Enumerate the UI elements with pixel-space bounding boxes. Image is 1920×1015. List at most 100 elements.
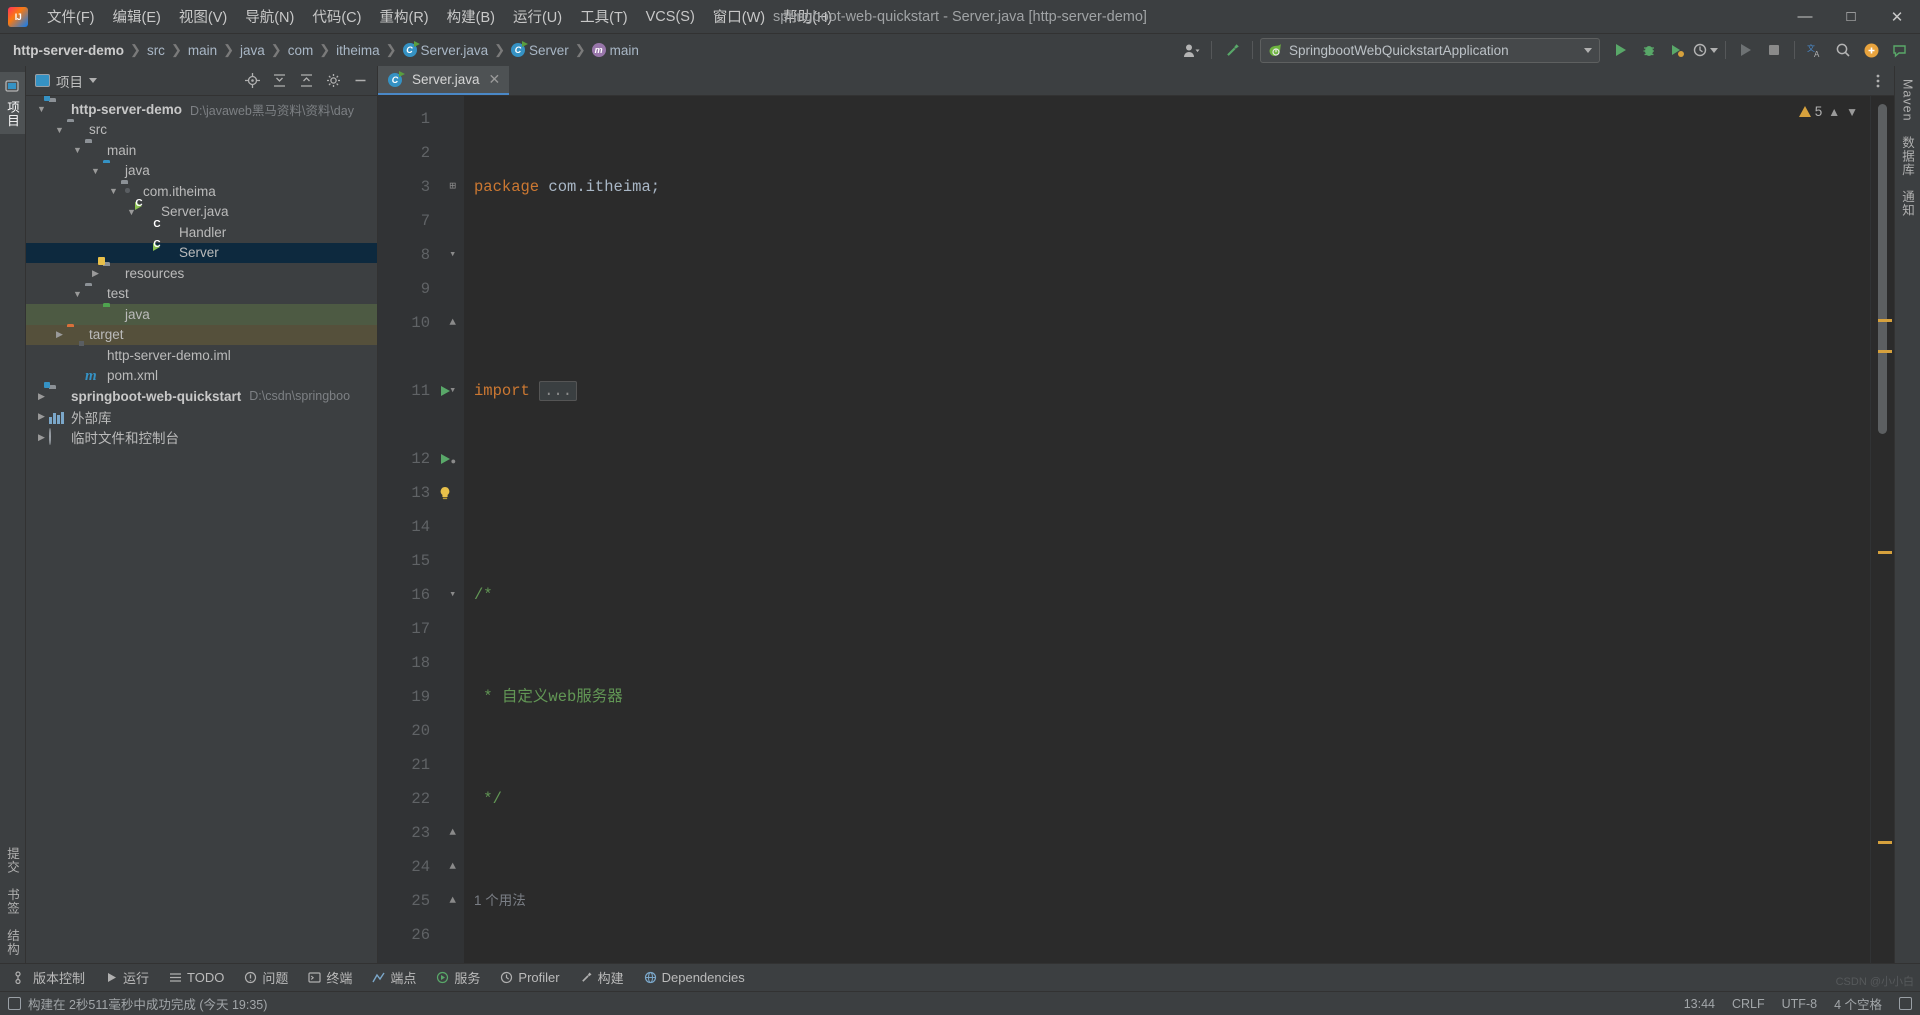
maximize-button[interactable]: □: [1828, 0, 1874, 34]
sidebar-item-commit[interactable]: 提交: [0, 840, 25, 881]
status-indent[interactable]: 4 个空格: [1834, 994, 1882, 1013]
close-icon[interactable]: ✕: [489, 71, 501, 88]
menu-item-window[interactable]: 窗口(W): [704, 2, 774, 31]
chevron-right-icon[interactable]: ▶: [34, 409, 49, 424]
breadcrumb-item-itheima[interactable]: itheima: [332, 42, 384, 59]
warning-count[interactable]: 5: [1798, 104, 1822, 119]
chevron-right-icon[interactable]: ▶: [52, 327, 67, 342]
feedback-icon[interactable]: [1886, 37, 1912, 63]
fold-end-icon[interactable]: ▲: [445, 318, 456, 329]
chevron-up-icon[interactable]: ▲: [1828, 105, 1840, 119]
collapse-all-icon[interactable]: [267, 69, 291, 93]
sidebar-item-notifications[interactable]: 通知: [1895, 183, 1920, 224]
lock-icon[interactable]: [1899, 997, 1912, 1010]
tree-item-springboot-web-quickstart[interactable]: ▶ springboot-web-quickstart D:\csdn\spri…: [26, 382, 377, 407]
run-with-coverage-button[interactable]: [1664, 37, 1690, 63]
menu-item-vcs[interactable]: VCS(S): [637, 5, 704, 29]
bottom-item-run[interactable]: 运行: [96, 965, 158, 990]
bottom-item-problems[interactable]: 问题: [235, 965, 297, 990]
close-button[interactable]: ✕: [1874, 0, 1920, 34]
fold-end-icon[interactable]: ▲: [445, 862, 456, 873]
warning-marker[interactable]: [1878, 350, 1892, 353]
sidebar-item-bookmarks[interactable]: 书签: [0, 881, 25, 922]
search-icon[interactable]: [1830, 37, 1856, 63]
bottom-item-terminal[interactable]: 终端: [299, 965, 361, 990]
bottom-item-profiler[interactable]: Profiler: [491, 967, 568, 988]
debug-button[interactable]: [1636, 37, 1662, 63]
chevron-right-icon[interactable]: ▶: [34, 389, 49, 404]
tree-item-main[interactable]: ▼ main: [26, 140, 377, 161]
menu-item-refactor[interactable]: 重构(R): [370, 2, 437, 31]
tree-item-src[interactable]: ▼ src: [26, 120, 377, 141]
tree-item-external-libraries[interactable]: ▶ 外部库: [26, 407, 377, 428]
breadcrumb-item-java[interactable]: java: [236, 42, 269, 59]
tree-item-java-main[interactable]: ▼ java: [26, 161, 377, 182]
breadcrumb-item-src[interactable]: src: [143, 42, 169, 59]
chevron-down-icon[interactable]: ▼: [88, 163, 103, 178]
expand-all-icon[interactable]: [294, 69, 318, 93]
menu-item-navigate[interactable]: 导航(N): [236, 2, 303, 31]
sidebar-item-database[interactable]: 数据库: [1895, 129, 1920, 184]
menu-item-build[interactable]: 构建(B): [438, 2, 504, 31]
profiler-button[interactable]: [1692, 37, 1718, 63]
breadcrumb-item-main[interactable]: main: [184, 42, 221, 59]
status-time[interactable]: 13:44: [1684, 997, 1715, 1011]
code-content[interactable]: package com.itheima; import ... /* * 自定义…: [464, 96, 1870, 963]
chevron-down-icon[interactable]: ▼: [70, 143, 85, 158]
code-inlay-hint[interactable]: 1 个用法: [464, 884, 1870, 918]
rerun-button[interactable]: [1733, 37, 1759, 63]
editor-tabs-options[interactable]: [1870, 66, 1894, 95]
status-line-separator[interactable]: CRLF: [1732, 997, 1765, 1011]
project-tree[interactable]: ▼ http-server-demo D:\javaweb黑马资料\资料\day…: [26, 96, 377, 963]
status-encoding[interactable]: UTF-8: [1782, 997, 1817, 1011]
gear-icon[interactable]: [321, 69, 345, 93]
sidebar-item-project[interactable]: 项目: [0, 72, 25, 135]
bottom-item-dependencies[interactable]: Dependencies: [635, 967, 754, 988]
bottom-item-build[interactable]: 构建: [571, 965, 633, 990]
warning-marker[interactable]: [1878, 551, 1892, 554]
menu-item-tools[interactable]: 工具(T): [571, 2, 637, 31]
fold-collapse-icon[interactable]: ▾: [445, 250, 456, 261]
chevron-right-icon[interactable]: ▶: [88, 266, 103, 281]
minimize-button[interactable]: —: [1782, 0, 1828, 34]
tree-item-server[interactable]: Server: [26, 242, 377, 263]
tree-item-resources[interactable]: ▶ resources: [26, 257, 377, 284]
tree-item-server-java[interactable]: ▼ Server.java: [26, 202, 377, 223]
fold-expand-icon[interactable]: ⊞: [445, 182, 456, 193]
menu-item-edit[interactable]: 编辑(E): [104, 2, 170, 31]
run-button[interactable]: [1608, 37, 1634, 63]
run-configuration-selector[interactable]: SpringbootWebQuickstartApplication: [1260, 37, 1600, 63]
chevron-down-icon[interactable]: ▼: [52, 122, 67, 137]
tab-server-java[interactable]: Server.java ✕: [378, 66, 510, 95]
tree-item-java-test[interactable]: java: [26, 304, 377, 325]
stop-button[interactable]: [1761, 37, 1787, 63]
menu-item-run[interactable]: 运行(U): [504, 2, 571, 31]
editor-marker-gutter[interactable]: [1870, 96, 1894, 963]
menu-item-help[interactable]: 帮助(H): [774, 2, 841, 31]
editor-gutter[interactable]: 1 2 3 ⊞ 7 8 ▾ 9 10 ▲ 11 ▾ 12 ● 13 14 15 …: [378, 96, 464, 963]
chevron-down-icon[interactable]: ▼: [70, 286, 85, 301]
menu-item-code[interactable]: 代码(C): [303, 2, 370, 31]
fold-collapse-icon[interactable]: ▾: [445, 590, 456, 601]
editor-scrollbar[interactable]: [1878, 104, 1887, 434]
tree-item-iml-file[interactable]: http-server-demo.iml: [26, 345, 377, 366]
fold-end-icon[interactable]: ▲: [445, 828, 456, 839]
status-message-group[interactable]: 构建在 2秒511毫秒中成功完成 (今天 19:35): [8, 994, 267, 1013]
warning-marker[interactable]: [1878, 319, 1892, 322]
chevron-down-icon[interactable]: ▼: [1846, 105, 1858, 119]
code-editor[interactable]: 5 ▲ ▼ 1 2 3 ⊞ 7 8 ▾ 9 10 ▲ 11 ▾ 12 ● 13 …: [378, 96, 1894, 963]
hide-icon[interactable]: [348, 69, 372, 93]
breadcrumb-item-project[interactable]: http-server-demo: [9, 42, 128, 59]
warning-marker[interactable]: [1878, 841, 1892, 844]
plugin-icon[interactable]: [1858, 37, 1884, 63]
tree-item-com-itheima[interactable]: ▼ com.itheima: [26, 181, 377, 202]
hammer-icon[interactable]: [1219, 37, 1245, 63]
tree-item-scratches[interactable]: ▶ 临时文件和控制台: [26, 427, 377, 448]
bottom-item-version-control[interactable]: 版本控制: [6, 965, 94, 990]
translate-icon[interactable]: 文A: [1802, 37, 1828, 63]
bottom-item-endpoints[interactable]: 端点: [363, 965, 425, 990]
fold-collapse-icon[interactable]: ▾: [445, 386, 456, 397]
fold-end-icon[interactable]: ▲: [445, 896, 456, 907]
inspection-widget[interactable]: 5 ▲ ▼: [1798, 104, 1858, 119]
menu-item-view[interactable]: 视图(V): [170, 2, 236, 31]
